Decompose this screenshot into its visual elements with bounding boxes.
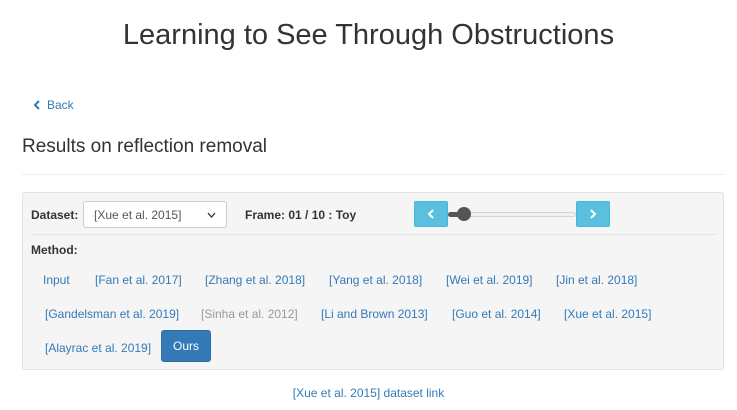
method-xue-2015[interactable]: [Xue et al. 2015] (564, 307, 651, 321)
method-label: Method: (31, 243, 78, 257)
panel-divider (31, 234, 717, 235)
frame-slider-handle[interactable] (457, 207, 471, 221)
method-fan-2017[interactable]: [Fan et al. 2017] (95, 273, 182, 287)
chevron-down-icon (207, 212, 216, 218)
next-frame-button[interactable] (576, 201, 610, 227)
section-title: Results on reflection removal (22, 136, 267, 157)
method-ours-button[interactable]: Ours (161, 330, 211, 362)
page-title: Learning to See Through Obstructions (122, 19, 615, 51)
dataset-select-value: [Xue et al. 2015] (94, 207, 182, 222)
dataset-select[interactable]: [Xue et al. 2015] (83, 201, 227, 228)
results-panel: Dataset: [Xue et al. 2015] Frame: 01 / 1… (22, 192, 724, 370)
back-link[interactable]: Back (33, 98, 74, 112)
method-wei-2019[interactable]: [Wei et al. 2019] (446, 273, 533, 287)
method-guo-2014[interactable]: [Guo et al. 2014] (452, 307, 541, 321)
method-sinha-2012: [Sinha et al. 2012] (201, 307, 298, 321)
dataset-link[interactable]: [Xue et al. 2015] dataset link (0, 386, 737, 400)
divider (22, 174, 724, 175)
method-input[interactable]: Input (43, 273, 70, 287)
frame-label: Frame: 01 / 10 : Toy (245, 208, 357, 222)
method-alayrac-2019[interactable]: [Alayrac et al. 2019] (45, 341, 151, 355)
dataset-label: Dataset: (31, 208, 79, 222)
chevron-right-icon (590, 209, 597, 219)
method-yang-2018[interactable]: [Yang et al. 2018] (329, 273, 422, 287)
method-gandelsman-2019[interactable]: [Gandelsman et al. 2019] (45, 307, 179, 321)
chevron-left-icon (33, 100, 40, 110)
method-li-brown-2013[interactable]: [Li and Brown 2013] (321, 307, 428, 321)
method-zhang-2018[interactable]: [Zhang et al. 2018] (205, 273, 305, 287)
previous-frame-button[interactable] (414, 201, 448, 227)
method-ours-label: Ours (172, 339, 199, 353)
chevron-left-icon (427, 209, 434, 219)
back-label: Back (47, 98, 74, 112)
method-jin-2018[interactable]: [Jin et al. 2018] (556, 273, 637, 287)
